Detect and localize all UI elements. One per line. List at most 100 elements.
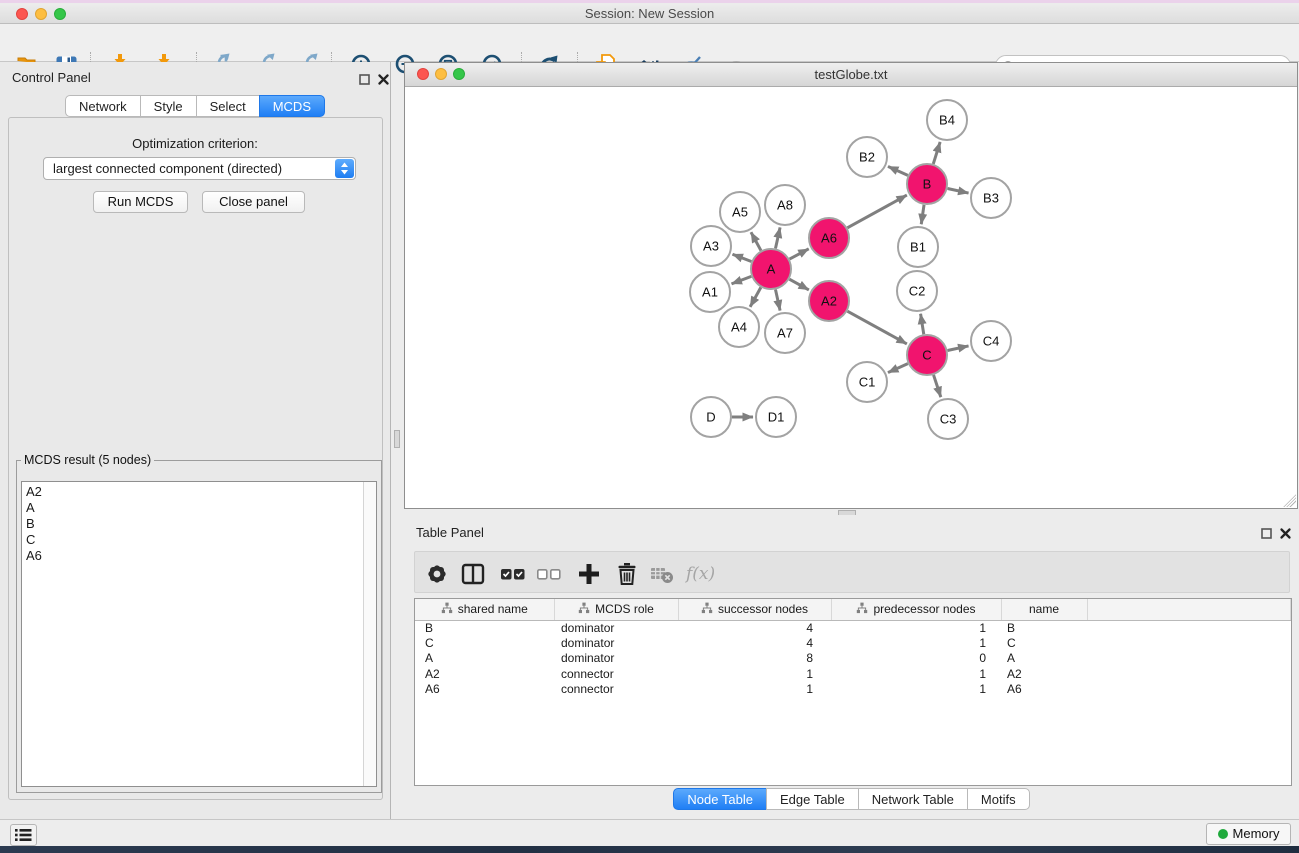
result-item[interactable]: A xyxy=(22,500,362,516)
table-cell[interactable]: 4 xyxy=(678,620,831,636)
app-window: Session: New Session xyxy=(0,0,1299,853)
memory-button[interactable]: Memory xyxy=(1206,823,1291,845)
result-item[interactable]: B xyxy=(22,516,362,532)
graph-edge-B-B4[interactable] xyxy=(933,142,940,164)
column-header-successor-nodes[interactable]: successor nodes xyxy=(678,599,831,620)
function-builder-icon[interactable]: f(x) xyxy=(686,561,726,587)
close-panel-icon[interactable] xyxy=(377,73,390,86)
column-header-mcds-role[interactable]: MCDS role xyxy=(554,599,678,620)
table-cell[interactable]: A xyxy=(1001,651,1087,667)
column-header-shared-name[interactable]: shared name xyxy=(415,599,554,620)
graph-edge-A-A4[interactable] xyxy=(750,287,761,306)
table-cell-filler xyxy=(1087,667,1291,683)
table-cell[interactable]: C xyxy=(1001,636,1087,652)
table-cell[interactable]: A6 xyxy=(415,682,554,698)
float-panel-icon[interactable] xyxy=(1260,527,1273,540)
result-item[interactable]: C xyxy=(22,532,362,548)
table-cell[interactable]: C xyxy=(415,636,554,652)
graph-edge-C-C1[interactable] xyxy=(888,364,908,373)
window-resize-grip[interactable] xyxy=(1283,494,1296,507)
network-window-titlebar[interactable]: testGlobe.txt xyxy=(405,63,1297,87)
table-cell[interactable]: B xyxy=(415,620,554,636)
task-history-button[interactable] xyxy=(10,824,37,846)
tab-node-table[interactable]: Node Table xyxy=(673,788,767,810)
control-panel-tabs: NetworkStyleSelectMCDS xyxy=(0,95,390,117)
table-cell[interactable]: 4 xyxy=(678,636,831,652)
table-cell[interactable]: 1 xyxy=(831,636,1001,652)
column-header-predecessor-nodes[interactable]: predecessor nodes xyxy=(831,599,1001,620)
table-row[interactable]: A6connector11A6 xyxy=(415,682,1291,698)
graph-node-label: A7 xyxy=(777,326,793,341)
graph-edge-A-A3[interactable] xyxy=(732,254,751,261)
table-cell[interactable]: 1 xyxy=(831,620,1001,636)
table-cell[interactable]: dominator xyxy=(554,651,678,667)
graph-edge-A-A8[interactable] xyxy=(775,227,780,248)
delete-table-icon[interactable] xyxy=(649,561,675,587)
deselect-all-icon[interactable] xyxy=(536,561,562,587)
tab-select[interactable]: Select xyxy=(196,95,260,117)
mcds-list-scrollbar[interactable] xyxy=(363,482,376,786)
table-cell[interactable]: 1 xyxy=(678,667,831,683)
table-cell[interactable]: connector xyxy=(554,667,678,683)
graph-edge-C-C2[interactable] xyxy=(921,314,924,335)
vertical-splitter-grip[interactable] xyxy=(394,430,400,448)
table-cell[interactable]: 0 xyxy=(831,651,1001,667)
graph-node-label: A6 xyxy=(821,231,837,246)
graph-edge-A-A2[interactable] xyxy=(789,279,808,290)
column-header-name[interactable]: name xyxy=(1001,599,1087,620)
table-panel: Table Panel xyxy=(404,515,1299,819)
table-cell[interactable]: A6 xyxy=(1001,682,1087,698)
close-panel-icon[interactable] xyxy=(1279,527,1292,540)
table-panel-title: Table Panel xyxy=(416,525,484,540)
table-row[interactable]: Cdominator41C xyxy=(415,636,1291,652)
tab-style[interactable]: Style xyxy=(140,95,197,117)
table-row[interactable]: Adominator80A xyxy=(415,651,1291,667)
graph-edge-A-A6[interactable] xyxy=(790,249,809,259)
tab-edge-table[interactable]: Edge Table xyxy=(766,788,859,810)
graph-edge-A-A1[interactable] xyxy=(732,276,752,283)
split-view-icon[interactable] xyxy=(460,561,486,587)
main-toolbar xyxy=(0,24,1299,62)
delete-column-trash-icon[interactable] xyxy=(614,561,640,587)
tab-network[interactable]: Network xyxy=(65,95,141,117)
graph-edge-A-A5[interactable] xyxy=(751,232,761,250)
graph-edge-A-A7[interactable] xyxy=(775,290,780,311)
network-canvas[interactable]: AA1A3A5A8A6A2A4A7BB1B2B3B4CC1C2C3C4DD1 xyxy=(405,87,1297,508)
table-cell[interactable]: dominator xyxy=(554,636,678,652)
run-mcds-button[interactable]: Run MCDS xyxy=(93,191,188,213)
result-item[interactable]: A2 xyxy=(22,484,362,500)
table-cell[interactable]: 1 xyxy=(831,682,1001,698)
settings-gear-icon[interactable] xyxy=(424,561,450,587)
graph-edge-C-C3[interactable] xyxy=(934,375,941,397)
tab-mcds[interactable]: MCDS xyxy=(259,95,325,117)
table-cell[interactable]: A2 xyxy=(1001,667,1087,683)
table-row[interactable]: Bdominator41B xyxy=(415,620,1291,636)
tab-network-table[interactable]: Network Table xyxy=(858,788,968,810)
table-row[interactable]: A2connector11A2 xyxy=(415,667,1291,683)
optimization-criterion-select[interactable]: largest connected component (directed) xyxy=(43,157,356,180)
table-cell[interactable]: connector xyxy=(554,682,678,698)
graph-edge-A6-B[interactable] xyxy=(847,195,906,228)
graph-edge-B-B2[interactable] xyxy=(888,166,908,175)
table-cell[interactable]: 1 xyxy=(831,667,1001,683)
graph-edge-B-B1[interactable] xyxy=(921,205,924,224)
table-cell[interactable]: dominator xyxy=(554,620,678,636)
table-panel-tabs: Node TableEdge TableNetwork TableMotifs xyxy=(404,788,1299,810)
graph-edge-B-B3[interactable] xyxy=(948,188,969,193)
table-cell[interactable]: A2 xyxy=(415,667,554,683)
graph-node-label: A5 xyxy=(732,205,748,220)
result-item[interactable]: A6 xyxy=(22,548,362,564)
table-cell[interactable]: A xyxy=(415,651,554,667)
graph-edge-C-C4[interactable] xyxy=(948,346,969,351)
graph-edge-A2-C[interactable] xyxy=(847,311,906,344)
table-cell[interactable]: B xyxy=(1001,620,1087,636)
add-column-icon[interactable] xyxy=(576,561,602,587)
select-all-icon[interactable] xyxy=(500,561,526,587)
table-cell[interactable]: 8 xyxy=(678,651,831,667)
float-panel-icon[interactable] xyxy=(358,73,371,86)
tab-motifs[interactable]: Motifs xyxy=(967,788,1030,810)
graph-node-label: B1 xyxy=(910,240,926,255)
close-panel-button[interactable]: Close panel xyxy=(202,191,305,213)
desktop-background xyxy=(0,846,1299,853)
table-cell[interactable]: 1 xyxy=(678,682,831,698)
